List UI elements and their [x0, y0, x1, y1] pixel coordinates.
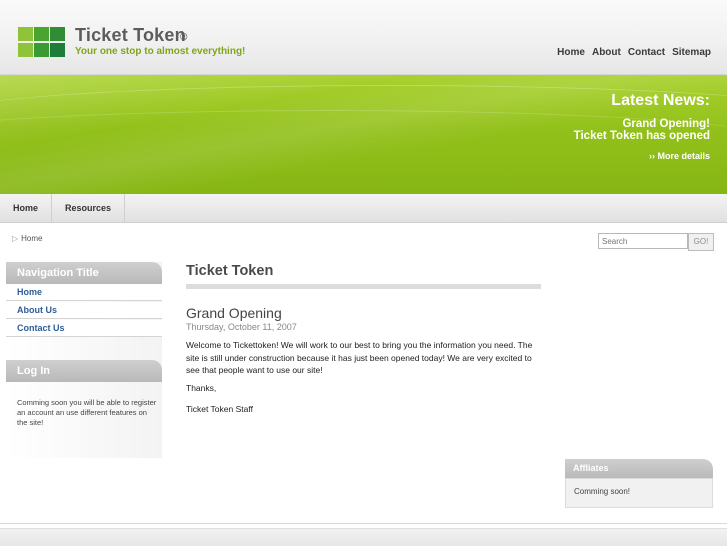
tab-bar: Home Resources	[0, 194, 727, 223]
affiliates-title: Affliates	[565, 459, 713, 478]
more-details-link[interactable]: ›› More details	[649, 151, 710, 161]
tab-resources[interactable]: Resources	[52, 194, 125, 222]
left-sidebar: Navigation Title Home About Us Contact U…	[6, 262, 162, 458]
site-header: Ticket Token ® Your one stop to almost e…	[0, 0, 727, 75]
breadcrumb: ▷ Home	[12, 234, 43, 243]
top-nav-home[interactable]: Home	[557, 47, 585, 58]
login-note: Comming soon you will be able to registe…	[17, 398, 157, 427]
sidebar-item-about-us[interactable]: About Us	[6, 302, 162, 319]
navigation-title: Navigation Title	[6, 262, 162, 284]
site-tagline: Your one stop to almost everything!	[75, 46, 246, 57]
top-nav-sitemap[interactable]: Sitemap	[672, 47, 711, 58]
search-go-button[interactable]: GO!	[688, 233, 714, 251]
search-input[interactable]	[598, 233, 688, 249]
post-title: Grand Opening	[186, 305, 282, 321]
latest-news-heading: Latest News:	[611, 92, 710, 109]
site-title[interactable]: Ticket Token	[75, 25, 186, 46]
login-title: Log In	[6, 360, 162, 382]
breadcrumb-arrow-icon: ▷	[12, 234, 19, 243]
tab-home[interactable]: Home	[0, 194, 52, 222]
post-body: Welcome to Tickettoken! We will work to …	[186, 340, 533, 375]
breadcrumb-home[interactable]: Home	[21, 234, 42, 243]
top-nav-about[interactable]: About	[592, 47, 621, 58]
sidebar-item-home[interactable]: Home	[6, 284, 162, 301]
title-divider	[186, 284, 541, 289]
page: Ticket Token ® Your one stop to almost e…	[0, 0, 727, 546]
footer-divider	[0, 523, 727, 524]
post-thanks: Thanks,	[186, 383, 217, 393]
top-nav-contact[interactable]: Contact	[628, 47, 665, 58]
post-signature: Ticket Token Staff	[186, 404, 253, 414]
registered-mark: ®	[180, 32, 188, 43]
top-nav: Home About Contact Sitemap	[557, 47, 711, 58]
news-headline: Grand Opening!	[622, 118, 710, 130]
sidebar-item-contact-us[interactable]: Contact Us	[6, 320, 162, 337]
logo-icon[interactable]	[18, 27, 66, 58]
page-title: Ticket Token	[186, 263, 274, 279]
news-banner: Latest News: Grand Opening! Ticket Token…	[0, 75, 727, 194]
site-footer	[0, 528, 727, 546]
news-subline: Ticket Token has opened	[573, 130, 710, 142]
post-date: Thursday, October 11, 2007	[186, 322, 297, 332]
affiliates-body: Comming soon!	[565, 478, 713, 508]
